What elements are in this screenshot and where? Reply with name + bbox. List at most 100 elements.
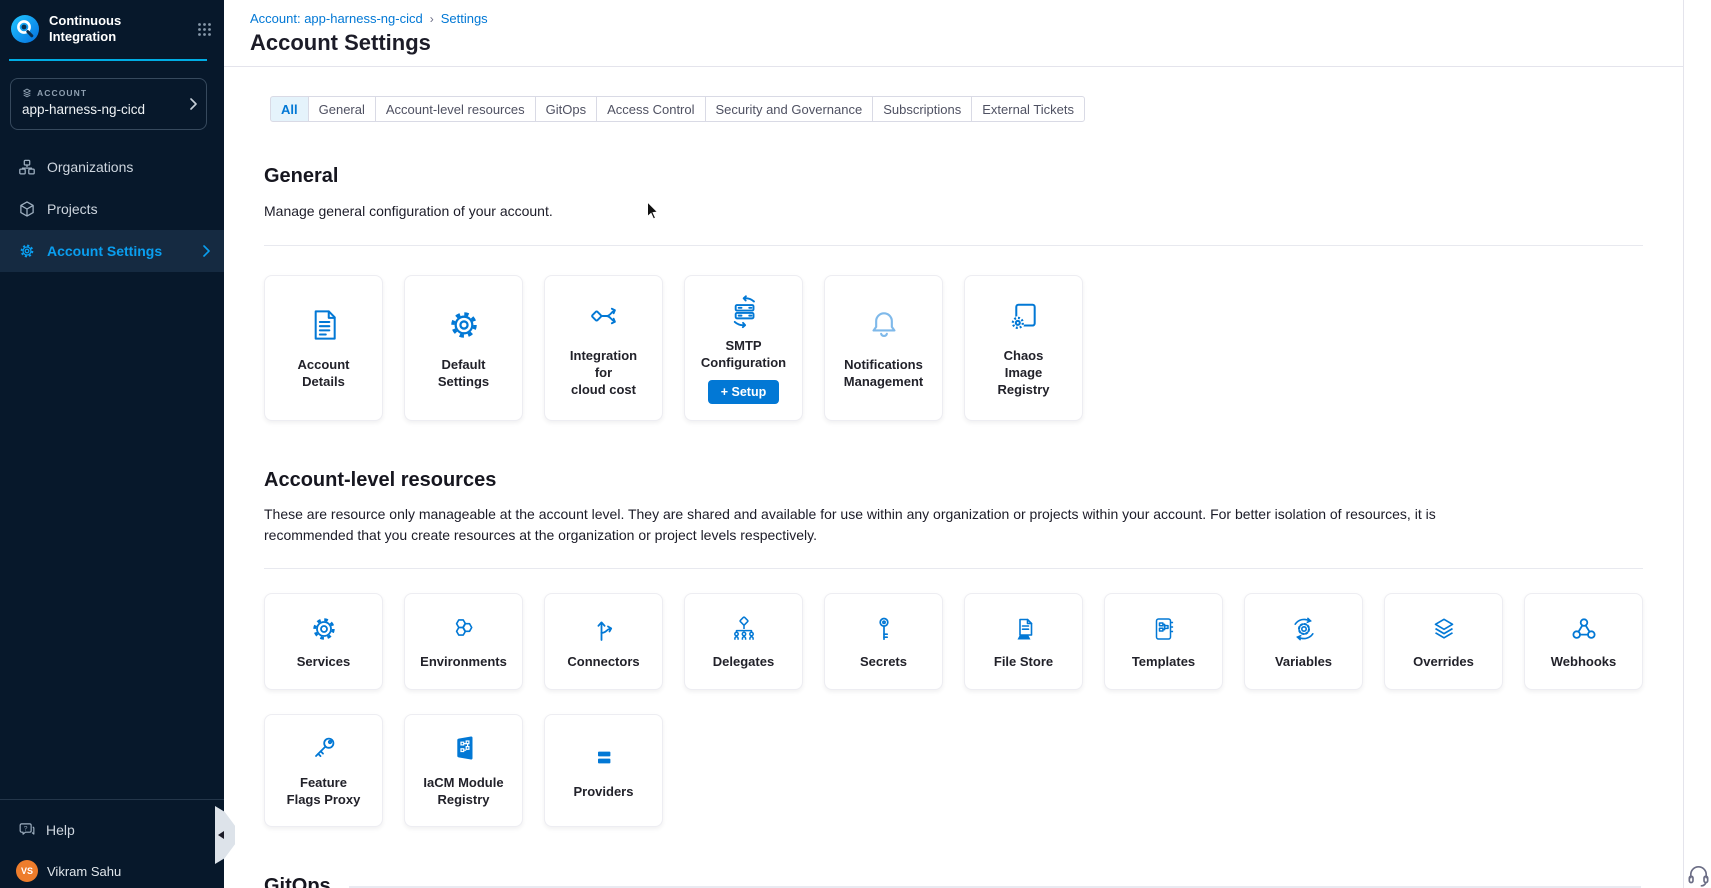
avatar: VS [16, 860, 38, 882]
card-providers[interactable]: Providers [544, 714, 663, 827]
settings-content: All General Account-level resources GitO… [224, 67, 1683, 888]
user-profile[interactable]: VS Vikram Sahu [0, 851, 224, 888]
fork-arrow-icon [588, 613, 620, 645]
resources-cards-row1: Services Environments [264, 593, 1643, 690]
module-registry-icon [448, 732, 480, 764]
sidebar-nav: Organizations Projects A [0, 146, 224, 272]
tab-general[interactable]: General [308, 96, 376, 122]
card-feature-flags-proxy[interactable]: Feature Flags Proxy [264, 714, 383, 827]
gear-orbit-icon [1288, 613, 1320, 645]
card-label: Templates [1128, 654, 1199, 671]
card-label: Variables [1271, 654, 1336, 671]
card-secrets[interactable]: Secrets [824, 593, 943, 690]
resources-cards-row2: Feature Flags Proxy [264, 714, 1643, 827]
section-divider [264, 245, 1643, 246]
card-services[interactable]: Services [264, 593, 383, 690]
tab-security-governance[interactable]: Security and Governance [705, 96, 874, 122]
account-picker-value: app-harness-ng-cicd [22, 102, 182, 117]
card-label: Webhooks [1547, 654, 1621, 671]
breadcrumb-account-link[interactable]: Account: app-harness-ng-cicd [250, 11, 423, 26]
breadcrumb-separator: › [430, 12, 434, 26]
main-content: Account: app-harness-ng-cicd › Settings … [224, 0, 1683, 888]
registry-gear-icon [1005, 297, 1043, 335]
webhook-icon [1568, 613, 1600, 645]
general-section-title: General [264, 165, 1643, 188]
tab-external-tickets[interactable]: External Tickets [971, 96, 1085, 122]
general-cards: Account Details Default Settings [264, 275, 1643, 421]
tab-gitops[interactable]: GitOps [535, 96, 597, 122]
module-accent-line [9, 59, 207, 61]
sidebar-footer: ? Help VS Vikram Sahu [0, 799, 224, 888]
card-chaos-image-registry[interactable]: Chaos Image Registry [964, 275, 1083, 421]
bars-icon [588, 741, 620, 773]
card-notifications-management[interactable]: Notifications Management [824, 275, 943, 421]
card-delegates[interactable]: Delegates [684, 593, 803, 690]
gear-icon [445, 306, 483, 344]
card-environments[interactable]: Environments [404, 593, 523, 690]
card-iacm-module-registry[interactable]: IaCM Module Registry [404, 714, 523, 827]
services-gear-icon [308, 613, 340, 645]
account-picker-label: ACCOUNT [37, 88, 87, 98]
layers-icon [1428, 613, 1460, 645]
page-title: Account Settings [250, 30, 1683, 56]
branch-arrows-icon [585, 297, 623, 335]
card-label: SMTP Configuration [697, 338, 790, 372]
resource-center-headset-icon[interactable] [1686, 862, 1711, 888]
settings-gear-icon [18, 242, 36, 260]
card-label: Connectors [563, 654, 643, 671]
help-chat-icon: ? [18, 821, 36, 839]
file-stand-icon [1008, 613, 1040, 645]
card-label: IaCM Module Registry [419, 775, 507, 809]
card-webhooks[interactable]: Webhooks [1524, 593, 1643, 690]
card-default-settings[interactable]: Default Settings [404, 275, 523, 421]
sidebar-item-label: Organizations [47, 159, 133, 175]
card-templates[interactable]: Templates [1104, 593, 1223, 690]
hierarchy-icon [728, 613, 760, 645]
card-account-details[interactable]: Account Details [264, 275, 383, 421]
card-label: Notifications Management [840, 357, 927, 391]
tab-subscriptions[interactable]: Subscriptions [872, 96, 972, 122]
gitops-divider-line [349, 886, 1641, 888]
template-board-icon [1148, 613, 1180, 645]
module-header: Continuous Integration [0, 0, 224, 46]
breadcrumb-settings-link[interactable]: Settings [441, 11, 488, 26]
tab-all[interactable]: All [270, 96, 309, 122]
resources-section-title: Account-level resources [264, 469, 1643, 492]
diagonal-key-icon [308, 732, 340, 764]
card-overrides[interactable]: Overrides [1384, 593, 1503, 690]
smtp-setup-button[interactable]: + Setup [708, 380, 780, 404]
help-button[interactable]: ? Help [0, 800, 224, 851]
general-section-description: Manage general configuration of your acc… [264, 201, 1643, 222]
settings-tab-bar: All General Account-level resources GitO… [270, 96, 1085, 122]
sidebar-item-projects[interactable]: Projects [0, 188, 224, 230]
module-grid-icon[interactable] [197, 22, 212, 37]
svg-text:?: ? [24, 826, 28, 833]
tab-account-level-resources[interactable]: Account-level resources [375, 96, 536, 122]
card-smtp-configuration[interactable]: SMTP Configuration + Setup [684, 275, 803, 421]
card-label: Feature Flags Proxy [283, 775, 365, 809]
card-label: Chaos Image Registry [993, 348, 1053, 399]
chevron-right-icon [190, 98, 197, 110]
account-stack-icon [22, 88, 32, 98]
account-picker[interactable]: ACCOUNT app-harness-ng-cicd [10, 78, 207, 130]
harness-account-settings-page: Continuous Integration ACCOUNT app-har [0, 0, 1711, 888]
sidebar-item-organizations[interactable]: Organizations [0, 146, 224, 188]
card-variables[interactable]: Variables [1244, 593, 1363, 690]
tab-access-control[interactable]: Access Control [596, 96, 705, 122]
bell-icon [865, 306, 903, 344]
sidebar: Continuous Integration ACCOUNT app-har [0, 0, 224, 888]
card-integration-cloud-cost[interactable]: Integration for cloud cost [544, 275, 663, 421]
breadcrumb: Account: app-harness-ng-cicd › Settings [250, 11, 1683, 26]
card-label: Integration for cloud cost [566, 348, 641, 399]
card-label: Secrets [856, 654, 911, 671]
user-name: Vikram Sahu [47, 864, 121, 879]
card-connectors[interactable]: Connectors [544, 593, 663, 690]
sidebar-item-account-settings[interactable]: Account Settings [0, 230, 224, 272]
page-header: Account: app-harness-ng-cicd › Settings … [224, 0, 1683, 67]
projects-cube-icon [18, 200, 36, 218]
gitops-section-title: GitOps [264, 875, 331, 888]
key-icon [868, 613, 900, 645]
sidebar-item-label: Projects [47, 201, 98, 217]
card-file-store[interactable]: File Store [964, 593, 1083, 690]
hexagons-icon [448, 613, 480, 645]
